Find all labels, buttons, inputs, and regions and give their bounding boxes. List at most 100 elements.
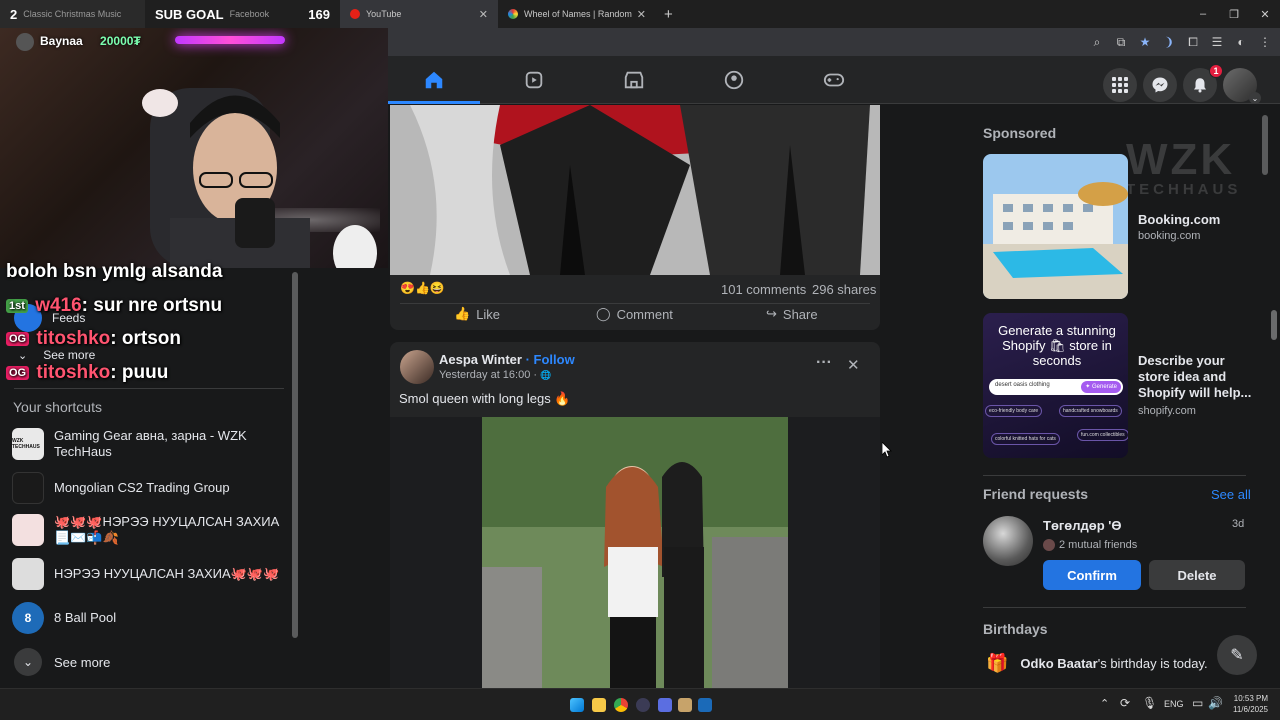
- shopify-input-text: desert oasis clothing: [995, 382, 1050, 388]
- extension-wave-icon[interactable]: ❩: [1162, 35, 1176, 49]
- profile-icon[interactable]: ◐: [1234, 35, 1248, 49]
- post1-footer: 😍👍😆 101 comments 296 shares 👍 Like ◯ Comme…: [390, 275, 880, 330]
- follow-link[interactable]: Follow: [534, 352, 575, 367]
- post-author[interactable]: Aespa Winter: [439, 352, 522, 367]
- shortcut-nuutsalsan-2[interactable]: НЭРЭЭ НУУЦАЛСАН ЗАХИА🐙🐙🐙: [12, 558, 282, 590]
- notifications-button[interactable]: 1: [1183, 64, 1223, 102]
- wheel-icon: [508, 9, 518, 19]
- avatar[interactable]: [400, 350, 434, 384]
- steam-icon[interactable]: [698, 698, 712, 712]
- close-icon[interactable]: ✕: [847, 356, 860, 374]
- nav-home[interactable]: [388, 56, 480, 104]
- shortcut-8-ball-pool[interactable]: 8 8 Ball Pool: [12, 602, 282, 634]
- birthday-name[interactable]: Odko Baatar: [1020, 656, 1097, 671]
- post-time[interactable]: Yesterday at 16:00 ·: [439, 369, 540, 381]
- tab-youtube[interactable]: YouTube ✕: [340, 0, 498, 28]
- close-icon[interactable]: ✕: [637, 8, 646, 21]
- kebab-menu-icon[interactable]: ⋮: [1258, 35, 1272, 49]
- star-icon[interactable]: ★: [1138, 35, 1152, 49]
- post-author-line: Aespa Winter · Follow: [439, 352, 575, 367]
- anime-illustration: [390, 105, 880, 275]
- like-button[interactable]: 👍 Like: [454, 306, 500, 322]
- language-indicator[interactable]: ENG: [1164, 699, 1184, 709]
- shopify-chip: handcrafted snowboards: [1059, 405, 1122, 417]
- page-scrollbar[interactable]: [1271, 310, 1277, 340]
- close-icon[interactable]: ✕: [479, 8, 488, 21]
- mutual-friend-avatar-icon: [1043, 539, 1055, 551]
- share-button[interactable]: ↪ Share: [766, 306, 818, 322]
- chat-text: sur nre ortsnu: [93, 295, 223, 316]
- shopify-generate-chip: ✦ Generate: [1081, 381, 1121, 393]
- mutual-friends[interactable]: 2 mutual friends: [1043, 539, 1137, 551]
- restore-button[interactable]: ❐: [1217, 0, 1251, 28]
- volume-icon[interactable]: 🔊: [1208, 696, 1223, 710]
- ad-shopify[interactable]: Generate a stunning Shopify 🛍 store in s…: [983, 313, 1253, 458]
- shortcut-nuutsalsan-1[interactable]: 🐙🐙🐙НЭРЭЭ НУУЦАЛСАН ЗАХИА 📃✉️📬🍂: [12, 514, 282, 546]
- new-tab-button[interactable]: +: [664, 6, 673, 23]
- tab-classic-christmas[interactable]: 2 Classic Christmas Music: [0, 0, 145, 28]
- comment-button[interactable]: ◯ Comment: [596, 306, 673, 322]
- account-avatar-button[interactable]: ⌄: [1223, 68, 1261, 104]
- minimize-button[interactable]: –: [1186, 0, 1220, 28]
- chrome-icon[interactable]: [614, 698, 628, 712]
- post2-photo[interactable]: [482, 417, 788, 688]
- nav-groups[interactable]: [688, 56, 780, 104]
- avatar[interactable]: [983, 516, 1033, 566]
- windows-taskbar: ⌃ ⟳ 🎙 ENG ▭ 🔊 10:53 PM 11/6/2025: [0, 688, 1280, 720]
- obs-icon[interactable]: [636, 698, 650, 712]
- comment-icon: ◯: [596, 306, 611, 321]
- mic-icon[interactable]: 🎙: [1142, 696, 1157, 710]
- window-close-button[interactable]: ✕: [1248, 0, 1280, 28]
- tab-label: Facebook: [229, 9, 270, 19]
- grid-menu-icon: [1112, 77, 1128, 93]
- streamer-figure: [16, 33, 377, 268]
- messenger-button[interactable]: [1143, 68, 1177, 102]
- windows-start-icon[interactable]: [570, 698, 584, 712]
- shopify-headline: Generate a stunning Shopify 🛍 store in s…: [998, 323, 1116, 368]
- tab-wheel-of-names[interactable]: Wheel of Names | Random nam ✕: [498, 0, 656, 28]
- nav-video[interactable]: [488, 56, 580, 104]
- messenger-icon: [1152, 77, 1168, 93]
- shortcut-mongolian-cs2[interactable]: Mongolian CS2 Trading Group: [12, 472, 282, 504]
- post1-image[interactable]: [390, 105, 880, 275]
- birthday-row[interactable]: 🎁 Odko Baatar's birthday is today.: [986, 653, 1208, 674]
- ad-domain: shopify.com: [1138, 405, 1196, 417]
- puzzle-icon[interactable]: ⧠: [1186, 35, 1200, 50]
- see-all-link[interactable]: See all: [1211, 487, 1251, 502]
- ad-booking[interactable]: Booking.com booking.com: [983, 154, 1253, 299]
- group-logo-icon: [12, 514, 44, 546]
- install-icon[interactable]: ⧉: [1114, 35, 1128, 50]
- shortcut-wzk-techhaus[interactable]: WZK TECHHAUS Gaming Gear авна, зарна - W…: [12, 428, 282, 460]
- request-name[interactable]: Төгөлдөр 'Ө: [1043, 518, 1121, 533]
- nav-gaming[interactable]: [788, 56, 880, 104]
- shares-count[interactable]: 296 shares: [812, 282, 876, 297]
- zoom-icon[interactable]: ⌕: [1090, 35, 1104, 50]
- tab-facebook[interactable]: SUB GOAL Facebook 169: [145, 0, 340, 28]
- divider: [983, 607, 1246, 608]
- media-icon[interactable]: ☰: [1210, 35, 1224, 49]
- discord-icon[interactable]: [678, 698, 692, 712]
- app-icon[interactable]: [658, 698, 672, 712]
- right-scrollbar[interactable]: [1262, 115, 1268, 175]
- left-scrollbar[interactable]: [292, 272, 298, 638]
- groups-icon: [724, 70, 744, 90]
- delete-button[interactable]: Delete: [1149, 560, 1245, 590]
- group-logo-icon: [12, 472, 44, 504]
- see-more-bottom[interactable]: ⌄ See more: [14, 648, 110, 676]
- sync-icon[interactable]: ⟳: [1120, 696, 1130, 710]
- reactions-icons[interactable]: 😍👍😆: [400, 281, 445, 295]
- nav-marketplace[interactable]: [588, 56, 680, 104]
- thumbs-up-icon: 👍: [454, 306, 471, 321]
- clock-date: 11/6/2025: [1233, 705, 1268, 714]
- new-message-button[interactable]: ✎: [1217, 635, 1257, 675]
- clock[interactable]: 10:53 PM 11/6/2025: [1228, 693, 1268, 715]
- more-options-icon[interactable]: ···: [816, 354, 832, 372]
- group-logo-icon: WZK TECHHAUS: [12, 428, 44, 460]
- confirm-button[interactable]: Confirm: [1043, 560, 1141, 590]
- display-icon[interactable]: ▭: [1192, 696, 1203, 710]
- folder-icon[interactable]: [592, 698, 606, 712]
- see-more-top[interactable]: ⌄ See more: [18, 348, 95, 362]
- menu-button[interactable]: [1103, 68, 1137, 102]
- comments-count[interactable]: 101 comments: [721, 282, 806, 297]
- tray-chevron-up-icon[interactable]: ⌃: [1100, 697, 1109, 710]
